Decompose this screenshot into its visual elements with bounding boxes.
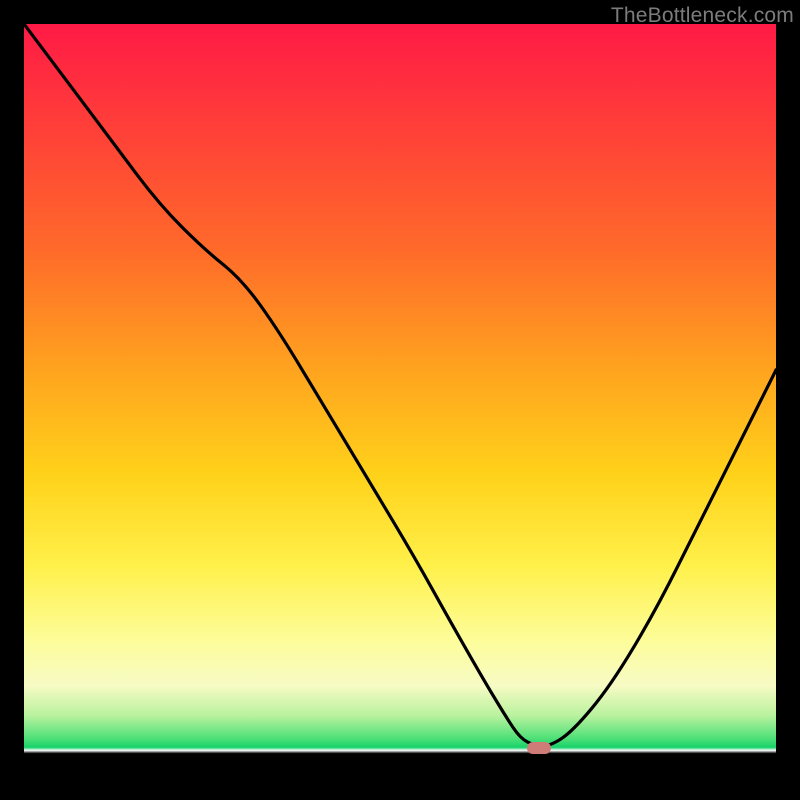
plot-area	[24, 24, 776, 776]
optimum-marker	[527, 742, 551, 754]
bottleneck-curve	[24, 24, 776, 776]
chart-stage: TheBottleneck.com	[0, 0, 800, 800]
